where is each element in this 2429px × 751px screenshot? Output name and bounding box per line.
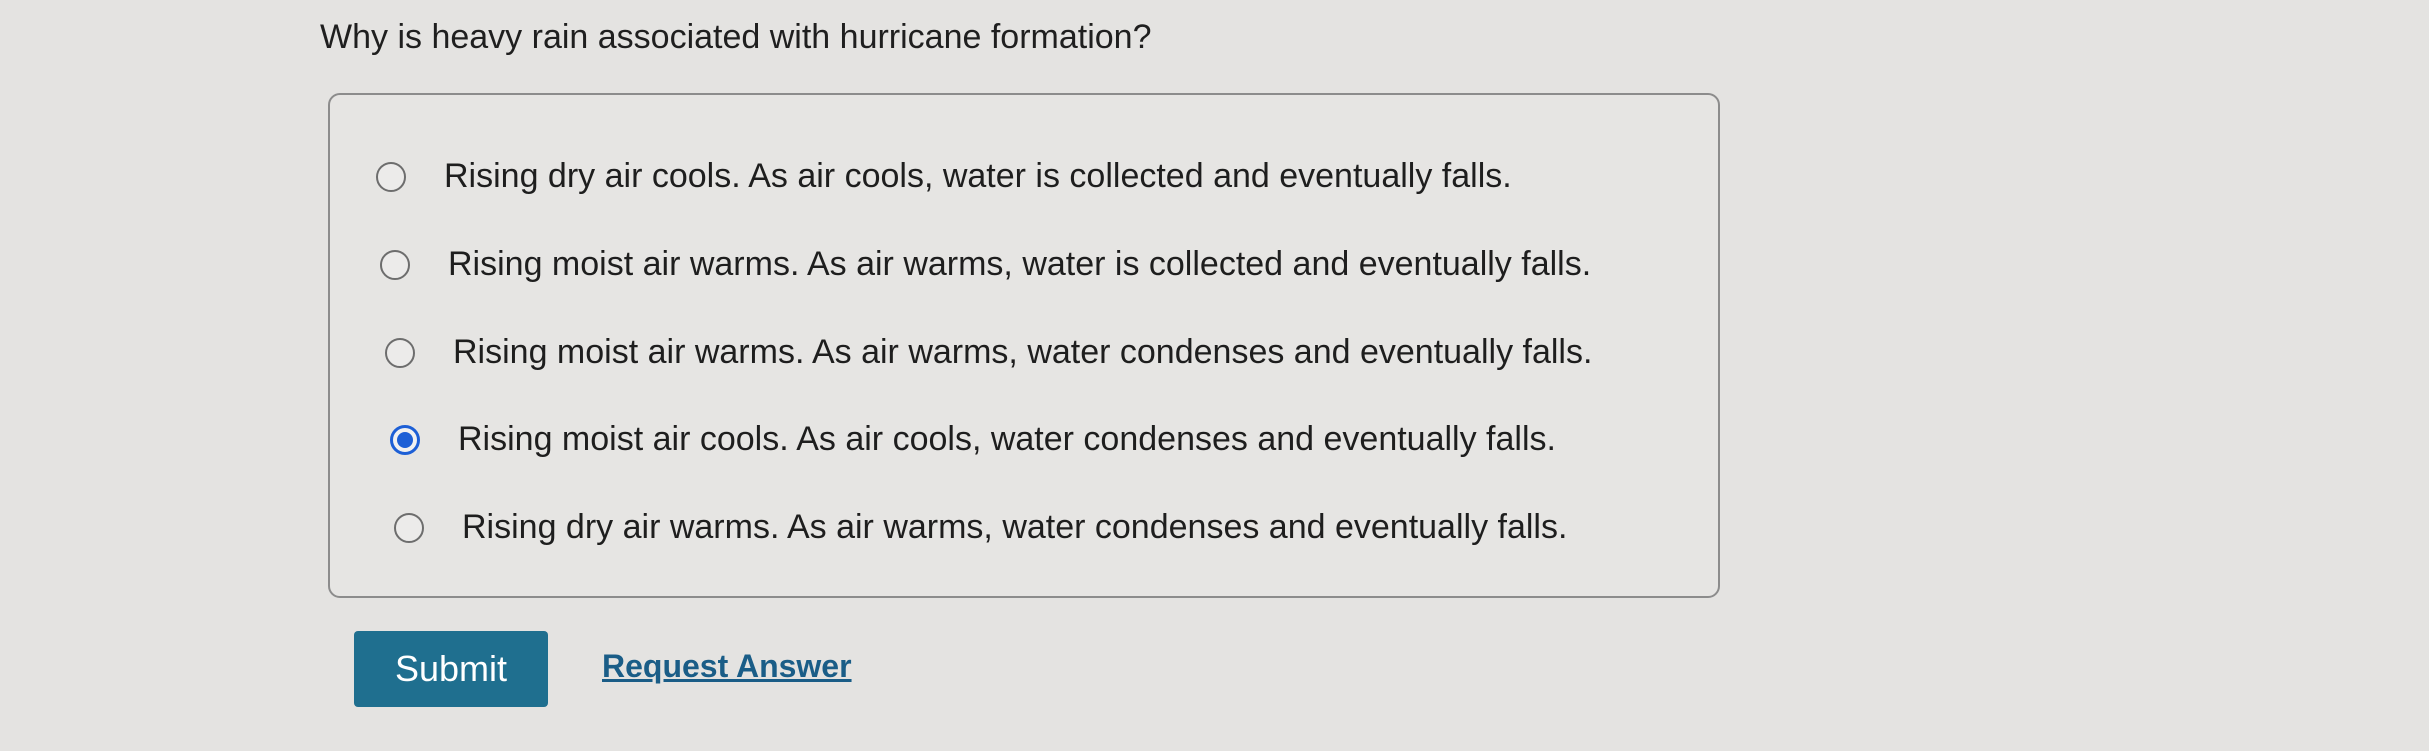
radio-button-selected-icon[interactable] bbox=[390, 424, 420, 455]
submit-button[interactable]: Submit bbox=[354, 631, 548, 707]
radio-button-icon[interactable] bbox=[380, 249, 410, 280]
choice-label: Rising moist air warms. As air warms, wa… bbox=[448, 245, 1592, 283]
choice-3[interactable]: Rising moist air warms. As air warms, wa… bbox=[385, 333, 1592, 372]
choice-4-selected[interactable]: Rising moist air cools. As air cools, wa… bbox=[390, 420, 1556, 459]
radio-button-icon[interactable] bbox=[394, 512, 424, 543]
choice-5[interactable]: Rising dry air warms. As air warms, wate… bbox=[394, 508, 1567, 547]
answer-choices-panel: Rising dry air cools. As air cools, wate… bbox=[328, 93, 1720, 598]
radio-button-icon[interactable] bbox=[385, 337, 415, 368]
request-answer-link[interactable]: Request Answer bbox=[602, 648, 852, 685]
choice-2[interactable]: Rising moist air warms. As air warms, wa… bbox=[380, 245, 1591, 284]
question-text: Why is heavy rain associated with hurric… bbox=[320, 18, 1152, 56]
choice-label: Rising dry air cools. As air cools, wate… bbox=[444, 157, 1512, 195]
choice-1[interactable]: Rising dry air cools. As air cools, wate… bbox=[376, 157, 1512, 196]
radio-button-icon[interactable] bbox=[376, 161, 406, 192]
choice-label: Rising dry air warms. As air warms, wate… bbox=[462, 508, 1568, 546]
choice-label: Rising moist air cools. As air cools, wa… bbox=[458, 420, 1556, 458]
choice-label: Rising moist air warms. As air warms, wa… bbox=[453, 333, 1593, 371]
